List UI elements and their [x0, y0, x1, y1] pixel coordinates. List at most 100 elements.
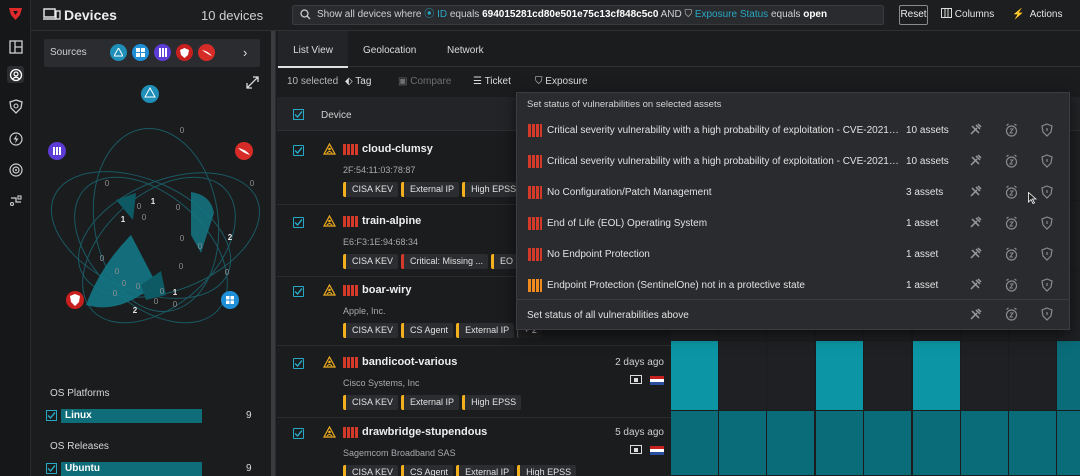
filter-linux-count: 9: [246, 410, 252, 421]
accept-risk-icon[interactable]: [1041, 185, 1053, 202]
tab-network[interactable]: Network: [447, 31, 484, 67]
chevron-right-icon[interactable]: ›: [243, 45, 247, 60]
query-field-id[interactable]: ID: [437, 9, 447, 20]
row-checkbox[interactable]: [293, 145, 304, 156]
accept-risk-all-icon[interactable]: [1041, 307, 1053, 324]
source-defender-icon[interactable]: [154, 44, 171, 61]
actions-button[interactable]: ⚡ Actions: [1012, 5, 1062, 25]
ticket-button[interactable]: ☰ Ticket: [473, 76, 511, 87]
brand-logo-icon[interactable]: [7, 5, 24, 22]
vulnerability-row[interactable]: Critical severity vulnerability with a h…: [517, 115, 1069, 146]
snooze-icon[interactable]: [1005, 278, 1018, 295]
tab-list-view[interactable]: List View: [278, 31, 348, 68]
device-tag[interactable]: External IP: [456, 465, 515, 476]
device-tag[interactable]: CISA KEV: [343, 465, 399, 476]
device-tag[interactable]: High EPSS: [462, 182, 522, 197]
device-name[interactable]: cloud-clumsy: [362, 143, 433, 155]
select-all-checkbox[interactable]: [293, 109, 304, 120]
vulnerability-row[interactable]: End of Life (EOL) Operating System 1 asse…: [517, 208, 1069, 239]
remediate-icon[interactable]: [969, 123, 982, 139]
device-tag[interactable]: External IP: [456, 323, 515, 338]
device-tag[interactable]: CISA KEV: [343, 395, 399, 410]
row-status-icons: [630, 445, 664, 459]
reset-button[interactable]: Reset: [899, 5, 928, 25]
device-tag[interactable]: CISA KEV: [343, 323, 399, 338]
query-field-exposure[interactable]: Exposure Status: [695, 9, 768, 20]
device-tag[interactable]: CISA KEV: [343, 182, 399, 197]
search-query-bar[interactable]: Show all devices where ⦿ ID equals 69401…: [292, 5, 884, 25]
filter-ubuntu[interactable]: Ubuntu 9: [46, 462, 261, 476]
filter-panel: Sources › 00010001020000000120000 OS Pla…: [31, 31, 276, 476]
lightning-icon[interactable]: [7, 130, 24, 147]
heatmap-cell: [913, 341, 960, 410]
remediate-icon[interactable]: [969, 216, 982, 232]
exposure-button[interactable]: ⛉ Exposure: [535, 76, 588, 87]
venn-source-defender-icon: [48, 142, 66, 160]
remediate-icon[interactable]: [969, 185, 982, 201]
device-tag[interactable]: High EPSS: [517, 465, 577, 476]
row-checkbox[interactable]: [293, 217, 304, 228]
vulnerability-label: End of Life (EOL) Operating System: [547, 218, 708, 229]
source-windows-icon[interactable]: [132, 44, 149, 61]
row-checkbox[interactable]: [293, 286, 304, 297]
vulnerability-row[interactable]: No Endpoint Protection 1 asset: [517, 239, 1069, 270]
vulnerability-row[interactable]: No Configuration/Patch Management 3 asset…: [517, 177, 1069, 208]
accept-risk-icon[interactable]: [1041, 123, 1053, 140]
vulnerability-row[interactable]: Endpoint Protection (SentinelOne) not in…: [517, 270, 1069, 301]
device-column-header[interactable]: Device: [321, 110, 352, 121]
row-checkbox[interactable]: [293, 358, 304, 369]
integrations-icon[interactable]: [7, 192, 24, 209]
radar-icon[interactable]: [7, 161, 24, 178]
row-checkbox[interactable]: [293, 428, 304, 439]
snooze-icon[interactable]: [1005, 123, 1018, 140]
tag-button[interactable]: ⬖ Tag: [345, 76, 371, 87]
columns-button[interactable]: Columns: [941, 5, 994, 25]
shield-icon[interactable]: [7, 98, 24, 115]
device-name[interactable]: boar-wiry: [362, 284, 412, 296]
venn-count-label: 0: [225, 268, 230, 277]
filter-ubuntu-checkbox[interactable]: [46, 463, 57, 474]
vulnerability-row[interactable]: Critical severity vulnerability with a h…: [517, 146, 1069, 177]
source-shield-icon[interactable]: [176, 44, 193, 61]
device-tag[interactable]: High EPSS: [462, 395, 522, 410]
device-tag[interactable]: CS Agent: [401, 465, 454, 476]
source-tenable-icon[interactable]: [110, 44, 127, 61]
snooze-all-icon[interactable]: [1005, 307, 1018, 324]
left-scrollbar[interactable]: [271, 31, 275, 476]
remediate-icon[interactable]: [969, 247, 982, 263]
remediate-icon[interactable]: [969, 154, 982, 170]
device-tag[interactable]: External IP: [401, 182, 460, 197]
venn-count-label: 2: [228, 233, 233, 242]
snooze-icon[interactable]: [1005, 185, 1018, 202]
device-name[interactable]: train-alpine: [362, 215, 421, 227]
tab-geolocation[interactable]: Geolocation: [363, 31, 416, 67]
table-row[interactable]: bandicoot-various Cisco Systems, Inc CISA …: [277, 348, 671, 418]
dashboard-icon[interactable]: [7, 38, 24, 55]
sources-bar[interactable]: Sources ›: [44, 39, 260, 67]
compare-button[interactable]: ▣ Compare: [398, 76, 451, 87]
device-tag[interactable]: EO: [491, 254, 519, 269]
device-name[interactable]: drawbridge-stupendous: [362, 426, 487, 438]
filter-linux-checkbox[interactable]: [46, 410, 57, 421]
remediate-icon[interactable]: [969, 278, 982, 294]
device-name[interactable]: bandicoot-various: [362, 356, 457, 368]
snooze-icon[interactable]: [1005, 247, 1018, 264]
os-platforms-heading: OS Platforms: [50, 388, 110, 399]
table-row[interactable]: drawbridge-stupendous Sagemcom Broadband …: [277, 418, 671, 476]
snooze-icon[interactable]: [1005, 216, 1018, 233]
device-tag[interactable]: External IP: [401, 395, 460, 410]
device-tag[interactable]: CISA KEV: [343, 254, 399, 269]
query-and: AND: [660, 9, 682, 20]
filter-linux[interactable]: Linux 9: [46, 409, 261, 423]
accept-risk-icon[interactable]: [1041, 278, 1053, 295]
assets-icon[interactable]: [7, 66, 24, 83]
accept-risk-icon[interactable]: [1041, 154, 1053, 171]
remediate-all-icon[interactable]: [969, 308, 982, 324]
source-crowdstrike-icon[interactable]: [198, 44, 215, 61]
asset-count: 1 asset: [906, 249, 939, 260]
device-tag[interactable]: Critical: Missing ...: [401, 254, 489, 269]
accept-risk-icon[interactable]: [1041, 247, 1053, 264]
snooze-icon[interactable]: [1005, 154, 1018, 171]
device-tag[interactable]: CS Agent: [401, 323, 454, 338]
accept-risk-icon[interactable]: [1041, 216, 1053, 233]
